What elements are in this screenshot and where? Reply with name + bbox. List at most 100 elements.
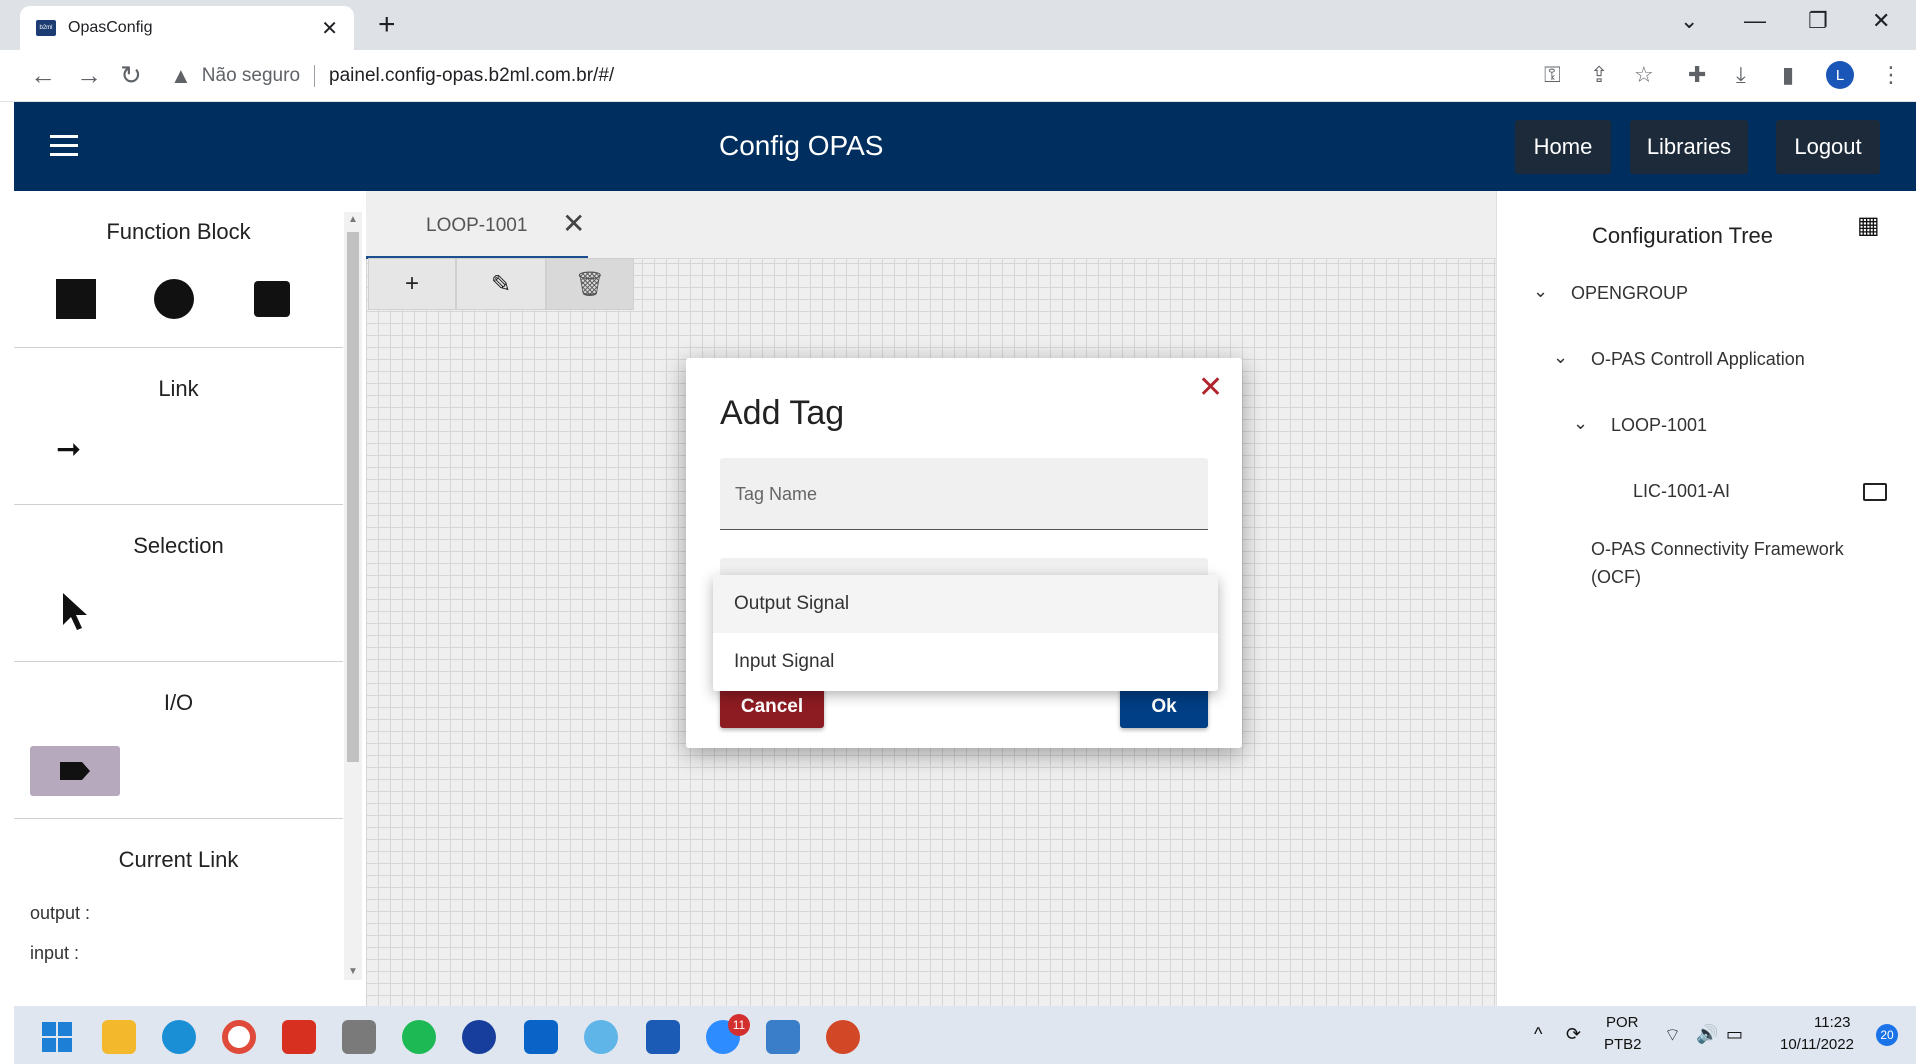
chevron-down-icon[interactable]: ⌄ [1533,281,1548,302]
tree-item-lic-1001-ai[interactable]: LIC-1001-AI [1633,481,1730,502]
plus-icon: + [404,270,419,297]
battery-icon[interactable]: ▭ [1726,1024,1743,1045]
option-output-signal[interactable]: Output Signal [713,575,1218,633]
app-red-icon[interactable] [282,1020,316,1054]
libraries-button[interactable]: Libraries [1630,120,1748,174]
omnibox[interactable]: ▲ Não seguro painel.config-opas.b2ml.com… [170,59,1670,93]
option-input-signal[interactable]: Input Signal [713,633,1218,691]
circle-block-icon[interactable] [154,279,194,319]
new-tab-icon[interactable]: + [378,10,396,40]
volume-icon[interactable]: 🔊 [1696,1024,1718,1045]
link-title: Link [158,376,199,401]
tree-item-controll-application[interactable]: O-PAS Controll Application [1591,349,1805,370]
arrow-link-icon[interactable]: ➞ [56,432,81,467]
tray-chevron-icon[interactable]: ^ [1534,1024,1542,1045]
reload-icon[interactable]: ↻ [120,62,142,88]
windows-taskbar: 11 ^ ⟳ POR PTB2 ⌔ 🔊 ▭ 11:23 10/11/2022 2… [14,1006,1916,1064]
clock-date[interactable]: 10/11/2022 [1780,1036,1854,1053]
image-viewer-icon[interactable] [766,1020,800,1054]
app-bar: Config OPAS Home Libraries Logout [14,102,1916,191]
trash-icon: 🗑 [574,270,606,298]
omnibox-separator [314,65,316,87]
rounded-block-icon[interactable] [254,281,290,317]
share-icon[interactable]: ⇪ [1590,62,1608,88]
profile-avatar[interactable]: L [1826,61,1854,89]
address-bar: ← → ↻ ▲ Não seguro painel.config-opas.b2… [0,50,1916,102]
chevron-down-icon[interactable]: ⌄ [1553,347,1568,368]
dialog-close-icon[interactable]: ✕ [1198,370,1223,405]
key-icon[interactable]: ⚿ [1544,62,1561,88]
block-node-icon[interactable] [1863,483,1887,501]
clock-time[interactable]: 11:23 [1814,1014,1850,1031]
tag-icon [60,762,90,780]
tag-name-field[interactable]: Tag Name [720,458,1208,530]
tab-loop-1001[interactable]: LOOP-1001 ✕ [366,191,588,259]
windows-start-icon[interactable] [40,1020,74,1054]
webex-icon[interactable] [462,1020,496,1054]
square-block-icon[interactable] [56,279,96,319]
site-favicon-icon: b2ml [36,20,56,36]
add-button[interactable]: + [368,258,456,310]
restore-icon[interactable]: ❐ [1808,8,1828,34]
configuration-tree-title: Configuration Tree [1592,223,1773,248]
extensions-icon[interactable]: ✚ [1688,62,1706,88]
tree-item-opengroup[interactable]: OPENGROUP [1571,283,1688,304]
powerpoint-icon[interactable] [826,1020,860,1054]
back-icon[interactable]: ← [30,62,56,88]
word-icon[interactable] [646,1020,680,1054]
tab-close-icon[interactable]: ✕ [321,16,338,41]
side-panel-icon[interactable]: ▮ [1782,62,1794,88]
hamburger-menu-icon[interactable] [50,135,78,157]
io-tag-button[interactable] [30,746,120,796]
language-bottom[interactable]: PTB2 [1604,1036,1642,1053]
file-explorer-icon[interactable] [102,1020,136,1054]
forward-icon[interactable]: → [76,62,102,88]
pointer-cursor-icon[interactable] [60,591,90,631]
scroll-down-icon[interactable]: ▼ [348,966,358,977]
globe-app-icon[interactable] [584,1020,618,1054]
tab-loop-label: LOOP-1001 [426,215,528,236]
browser-tabstrip: b2ml OpasConfig ✕ + ⌄ — ❐ ✕ [0,0,1916,50]
wifi-icon[interactable]: ⌔ [1664,1024,1681,1047]
pencil-icon: ✎ [490,270,512,298]
delete-button[interactable]: 🗑 [546,258,634,310]
sync-icon[interactable]: ⟳ [1566,1024,1581,1045]
link-section: Link ➞ [14,348,343,505]
outlook-icon[interactable] [524,1020,558,1054]
selection-title: Selection [133,533,224,558]
window-close-icon[interactable]: ✕ [1872,8,1890,34]
menu-kebab-icon[interactable]: ⋮ [1880,62,1902,88]
app-title: Config OPAS [719,130,884,161]
tree-item-ocf[interactable]: O-PAS Connectivity Framework (OCF) [1591,535,1881,591]
tab-close-x-icon[interactable]: ✕ [562,207,585,240]
current-link-title: Current Link [118,847,239,872]
tab-search-chevron-icon[interactable]: ⌄ [1680,8,1698,34]
notification-badge[interactable]: 20 [1876,1024,1898,1046]
tab-title: OpasConfig [68,19,153,36]
minimize-icon[interactable]: — [1744,8,1766,34]
snipping-tool-icon[interactable] [342,1020,376,1054]
language-top[interactable]: POR [1606,1014,1639,1031]
tree-item-loop-1001[interactable]: LOOP-1001 [1611,415,1707,436]
ok-button[interactable]: Ok [1120,686,1208,728]
browser-tab[interactable]: b2ml OpasConfig ✕ [20,6,354,50]
scroll-up-icon[interactable]: ▲ [348,214,358,225]
chevron-down-icon[interactable]: ⌄ [1573,413,1588,434]
edge-icon[interactable] [162,1020,196,1054]
current-link-section: Current Link output : input : [14,819,343,1006]
configuration-tree-panel: Configuration Tree ▦ ⌄ OPENGROUP ⌄ O-PAS… [1496,191,1904,1006]
warning-icon[interactable]: ▲ [170,63,192,89]
not-secure-label[interactable]: Não seguro [202,65,300,87]
dashboard-layout-icon[interactable]: ▦ [1857,211,1880,240]
palette-scroll-thumb[interactable] [347,232,359,762]
download-icon[interactable]: ⤓ [1736,62,1746,88]
spotify-icon[interactable] [402,1020,436,1054]
cancel-button[interactable]: Cancel [720,686,824,728]
url-text[interactable]: painel.config-opas.b2ml.com.br/#/ [329,65,614,87]
function-block-section: Function Block [14,191,343,348]
edit-button[interactable]: ✎ [456,258,546,310]
home-button[interactable]: Home [1515,120,1611,174]
logout-button[interactable]: Logout [1776,120,1880,174]
star-icon[interactable]: ☆ [1634,62,1654,88]
chrome-icon[interactable] [222,1020,256,1054]
